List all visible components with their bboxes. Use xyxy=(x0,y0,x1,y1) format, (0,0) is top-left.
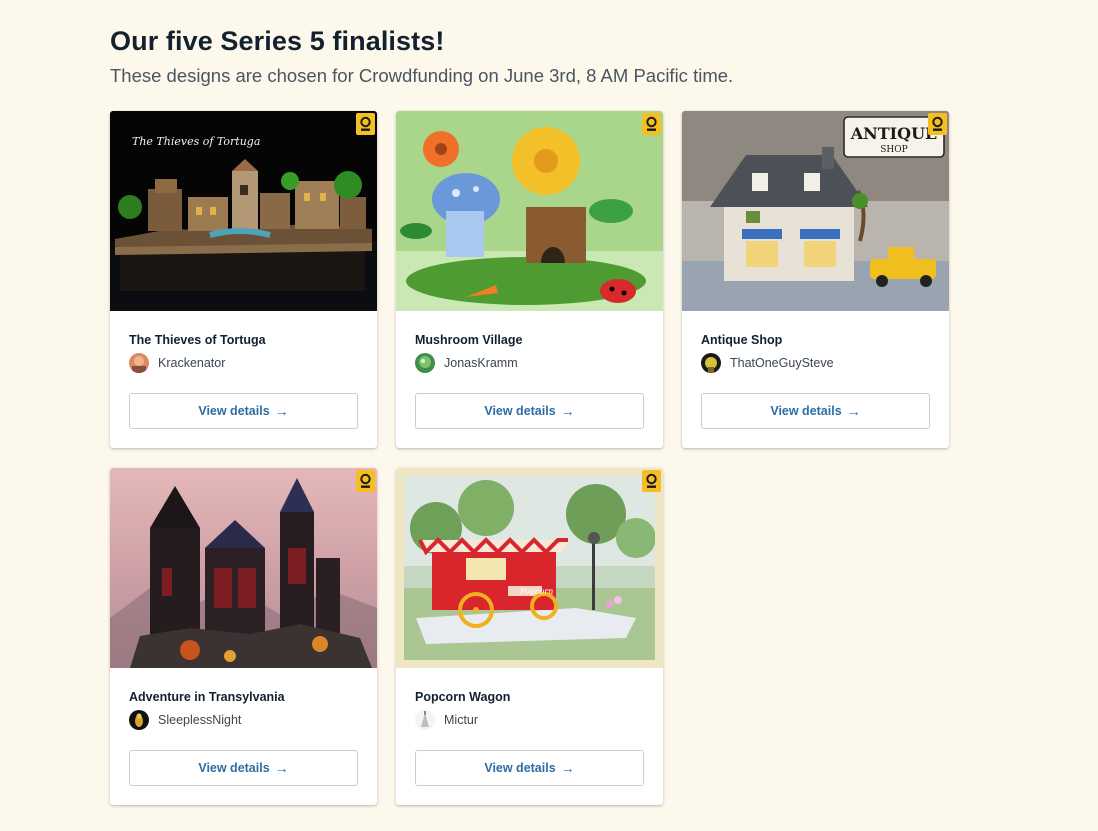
avatar xyxy=(415,353,435,373)
project-image[interactable]: The Thieves of Tortuga xyxy=(110,111,377,311)
project-image[interactable]: ANTIQUE SHOP xyxy=(682,111,949,311)
finalists-page: Our five Series 5 finalists! These desig… xyxy=(0,0,1098,831)
finalist-title[interactable]: The Thieves of Tortuga xyxy=(129,333,266,347)
ideas-badge-icon xyxy=(356,113,375,135)
arrow-right-icon: → xyxy=(560,403,575,419)
view-details-label: View details xyxy=(198,761,270,775)
arrow-right-icon: → xyxy=(560,760,575,776)
page-title: Our five Series 5 finalists! xyxy=(110,26,445,56)
view-details-button[interactable]: View details → xyxy=(129,393,358,429)
finalist-title[interactable]: Antique Shop xyxy=(701,333,782,347)
view-details-label: View details xyxy=(198,404,270,418)
author-name: Krackenator xyxy=(158,356,226,370)
author-name: Mictur xyxy=(444,713,479,727)
sign-text-top: ANTIQUE xyxy=(850,124,938,143)
finalist-card-thieves-of-tortuga: The Thieves of Tortuga The Thieves of To… xyxy=(110,111,377,448)
image-caption: The Thieves of Tortuga xyxy=(132,135,260,148)
view-details-button[interactable]: View details → xyxy=(415,393,644,429)
author-name: JonasKramm xyxy=(444,356,518,370)
finalist-title[interactable]: Mushroom Village xyxy=(415,333,522,347)
project-image[interactable] xyxy=(110,468,377,668)
arrow-right-icon: → xyxy=(846,403,861,419)
finalist-card-mushroom-village: Mushroom Village JonasKramm View details… xyxy=(396,111,663,448)
sign-text-bottom: SHOP xyxy=(880,145,907,155)
author-name: ThatOneGuySteve xyxy=(730,356,834,370)
project-image[interactable] xyxy=(396,111,663,311)
view-details-label: View details xyxy=(484,761,556,775)
arrow-right-icon: → xyxy=(274,403,289,419)
view-details-button[interactable]: View details → xyxy=(129,750,358,786)
finalists-grid: The Thieves of Tortuga The Thieves of To… xyxy=(110,111,970,811)
avatar xyxy=(701,353,721,373)
page-subtitle: These designs are chosen for Crowdfundin… xyxy=(110,65,734,86)
view-details-button[interactable]: View details → xyxy=(701,393,930,429)
finalist-title[interactable]: Adventure in Transylvania xyxy=(129,690,285,704)
avatar xyxy=(415,710,435,730)
project-image[interactable]: Popcorn xyxy=(396,468,663,668)
ideas-badge-icon xyxy=(356,470,375,492)
author-name: SleeplessNight xyxy=(158,713,242,727)
finalist-card-popcorn-wagon: Popcorn Popcorn Wagon Mictur View detail… xyxy=(396,468,663,805)
arrow-right-icon: → xyxy=(274,760,289,776)
view-details-label: View details xyxy=(484,404,556,418)
ideas-badge-icon xyxy=(642,470,661,492)
ideas-badge-icon xyxy=(642,113,661,135)
avatar xyxy=(129,353,149,373)
ideas-badge-icon xyxy=(928,113,947,135)
finalist-card-antique-shop: ANTIQUE SHOP Antique Shop ThatOneGuyStev… xyxy=(682,111,949,448)
finalist-card-adventure-in-transylvania: Adventure in Transylvania SleeplessNight… xyxy=(110,468,377,805)
avatar xyxy=(129,710,149,730)
wagon-sign-text: Popcorn xyxy=(519,587,553,596)
view-details-button[interactable]: View details → xyxy=(415,750,644,786)
view-details-label: View details xyxy=(770,404,842,418)
finalist-title[interactable]: Popcorn Wagon xyxy=(415,690,510,704)
